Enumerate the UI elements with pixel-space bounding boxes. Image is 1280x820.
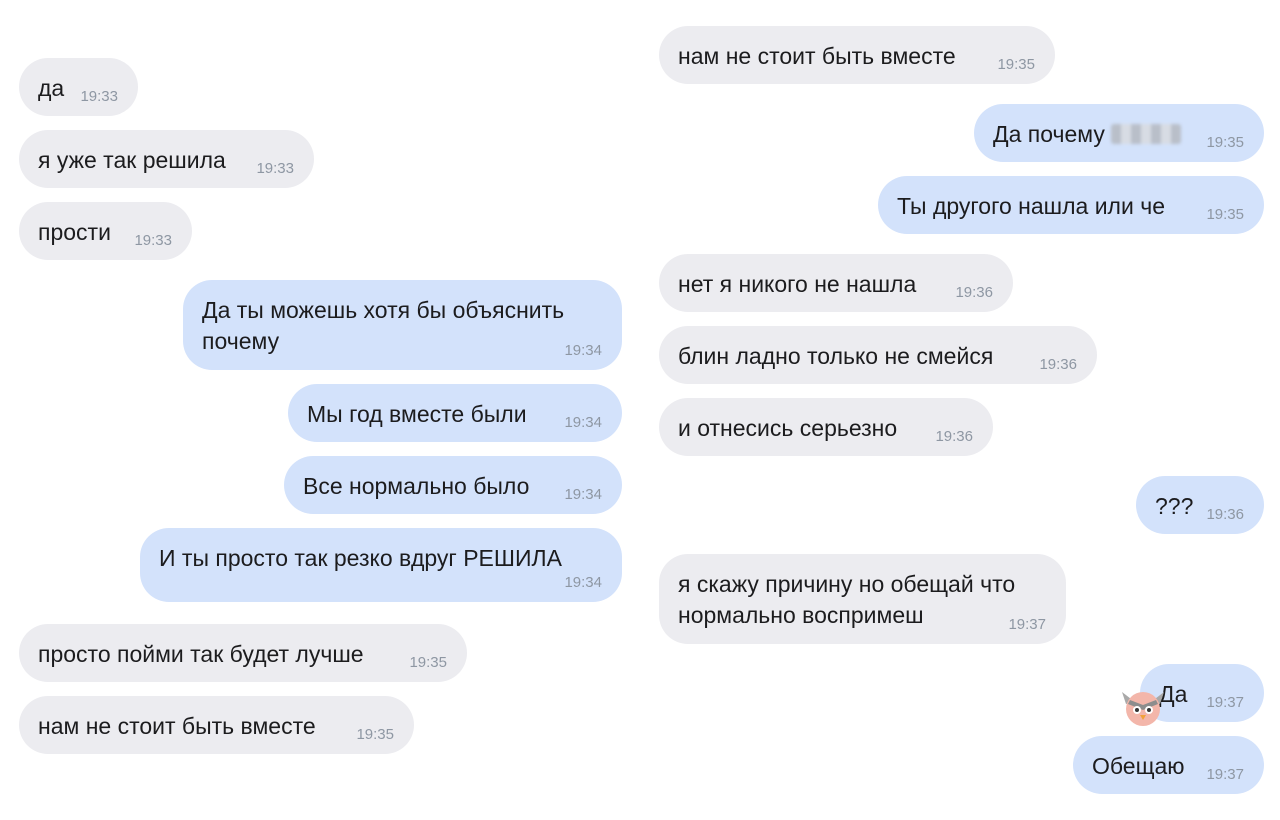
- message-time: 19:36: [935, 428, 973, 445]
- message-time: 19:33: [80, 88, 118, 105]
- message-bubble[interactable]: Ты другого нашла или че 19:35: [878, 176, 1264, 234]
- message-time: 19:36: [1206, 506, 1244, 523]
- message-text: прости: [38, 219, 111, 245]
- message-time: 19:35: [409, 654, 447, 671]
- message-text: И ты просто так резко вдруг РЕШИЛА: [159, 545, 562, 571]
- message-text: я скажу причину но обещай что нормально …: [678, 571, 1016, 628]
- message-text: нам не стоит быть вместе: [678, 43, 956, 69]
- message-bubble[interactable]: нет я никого не нашла 19:36: [659, 254, 1013, 312]
- message-time: 19:34: [564, 414, 602, 431]
- message-bubble[interactable]: прости 19:33: [19, 202, 192, 260]
- chat-column-left: да 19:33 я уже так решила 19:33 прости 1…: [0, 0, 640, 820]
- message-time: 19:37: [1206, 766, 1244, 783]
- message-bubble[interactable]: Все нормально было 19:34: [284, 456, 622, 514]
- message-time: 19:37: [1206, 694, 1244, 711]
- message-time: 19:33: [256, 160, 294, 177]
- message-time: 19:34: [564, 574, 602, 591]
- message-bubble[interactable]: я уже так решила 19:33: [19, 130, 314, 188]
- redacted-name: [1110, 124, 1181, 144]
- message-text: Мы год вместе были: [307, 401, 527, 427]
- message-time: 19:35: [356, 726, 394, 743]
- message-text: блин ладно только не смейся: [678, 343, 994, 369]
- message-text: просто пойми так будет лучше: [38, 641, 364, 667]
- message-bubble[interactable]: И ты просто так резко вдруг РЕШИЛА 19:34: [140, 528, 622, 602]
- message-bubble[interactable]: Да ты можешь хотя бы объяснить почему 19…: [183, 280, 622, 370]
- message-text: нет я никого не нашла: [678, 271, 917, 297]
- message-text: нам не стоит быть вместе: [38, 713, 316, 739]
- message-time: 19:35: [1206, 206, 1244, 223]
- owl-logo-icon: [1122, 692, 1164, 726]
- message-text: да: [38, 75, 65, 101]
- message-bubble[interactable]: Обещаю 19:37: [1073, 736, 1264, 794]
- message-bubble[interactable]: просто пойми так будет лучше 19:35: [19, 624, 467, 682]
- message-text: Ты другого нашла или че: [897, 193, 1165, 219]
- message-time: 19:35: [997, 56, 1035, 73]
- message-time: 19:34: [564, 486, 602, 503]
- message-bubble[interactable]: я скажу причину но обещай что нормально …: [659, 554, 1066, 644]
- message-bubble[interactable]: ??? 19:36: [1136, 476, 1264, 534]
- chat-column-right: нам не стоит быть вместе 19:35 Да почему…: [640, 0, 1280, 820]
- message-text: Обещаю: [1092, 753, 1185, 779]
- message-time: 19:35: [1206, 134, 1244, 151]
- message-text: Все нормально было: [303, 473, 530, 499]
- message-text: ???: [1155, 493, 1194, 519]
- message-time: 19:36: [1039, 356, 1077, 373]
- message-bubble[interactable]: и отнесись серьезно 19:36: [659, 398, 993, 456]
- message-time: 19:37: [1008, 616, 1046, 633]
- message-bubble[interactable]: нам не стоит быть вместе 19:35: [659, 26, 1055, 84]
- message-text: я уже так решила: [38, 147, 226, 173]
- message-text: Да ты можешь хотя бы объяснить почему: [202, 297, 565, 354]
- message-time: 19:34: [564, 342, 602, 359]
- message-time: 19:36: [955, 284, 993, 301]
- message-bubble[interactable]: да 19:33: [19, 58, 138, 116]
- message-bubble[interactable]: Мы год вместе были 19:34: [288, 384, 622, 442]
- message-text: и отнесись серьезно: [678, 415, 898, 441]
- message-bubble[interactable]: Да почему 19:35: [974, 104, 1264, 162]
- message-bubble[interactable]: нам не стоит быть вместе 19:35: [19, 696, 414, 754]
- message-text: Да почему: [993, 121, 1105, 147]
- message-time: 19:33: [134, 232, 172, 249]
- message-bubble[interactable]: блин ладно только не смейся 19:36: [659, 326, 1097, 384]
